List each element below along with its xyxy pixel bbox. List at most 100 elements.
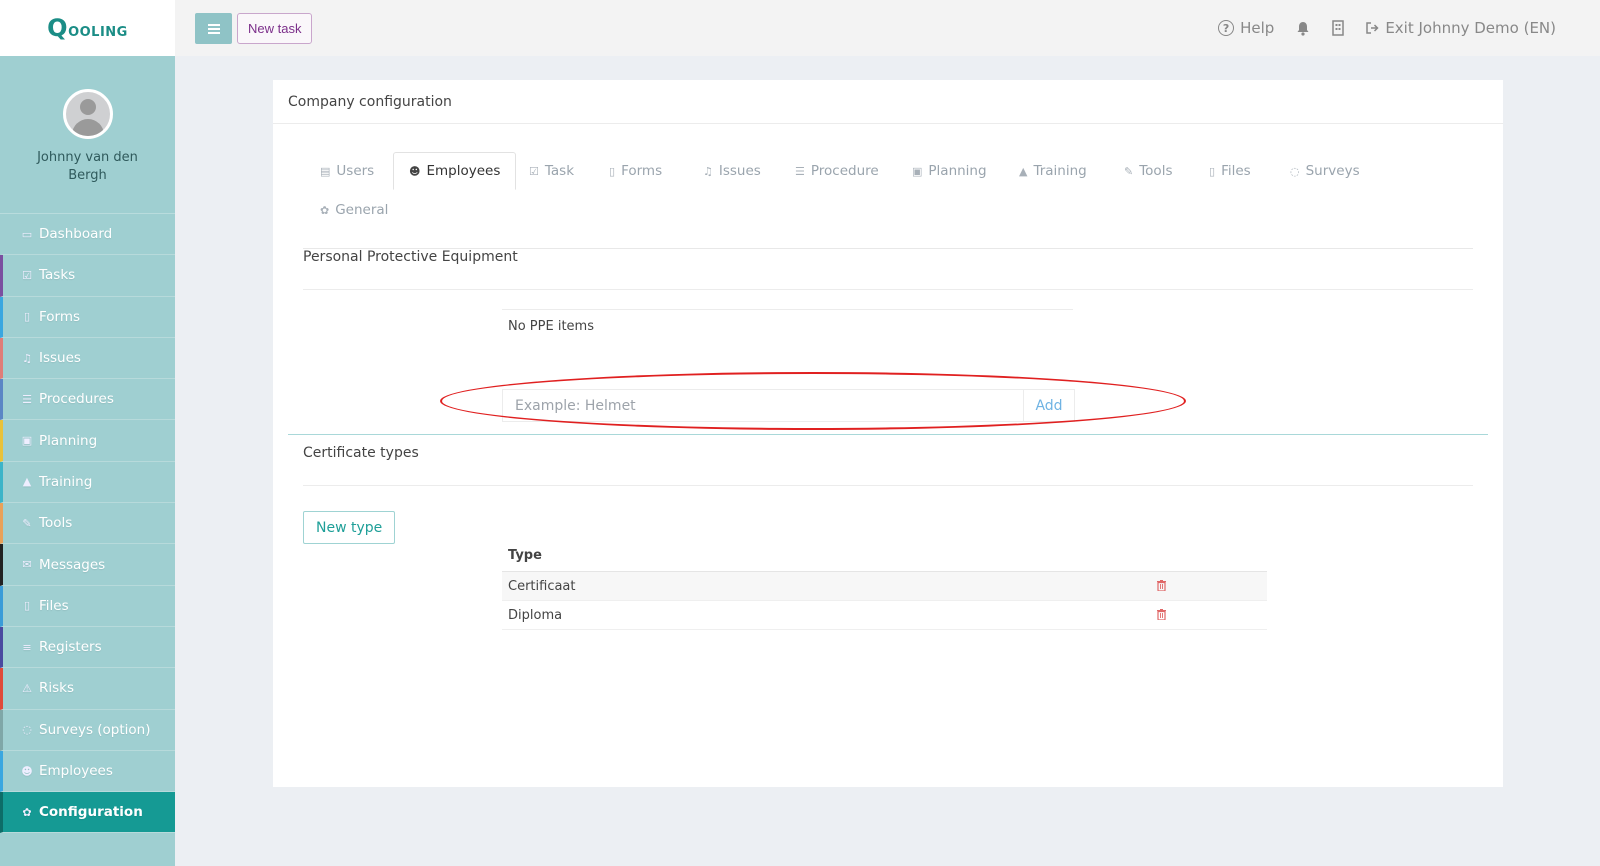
certificate-type-name: Certificaat: [508, 578, 576, 594]
avatar[interactable]: [62, 89, 113, 139]
sidebar-item-tasks[interactable]: ☑ Tasks: [0, 255, 175, 297]
top-right-actions: ? Help Exit Johnny Demo (EN): [1218, 0, 1556, 56]
ppe-empty-message: No PPE items: [508, 319, 594, 334]
help-label: Help: [1240, 19, 1275, 37]
tab-label: Issues: [718, 163, 761, 179]
new-task-button[interactable]: New task: [237, 13, 313, 44]
calendar-icon: ▣: [21, 434, 33, 448]
warning-icon: ⚠: [22, 681, 32, 695]
new-type-button[interactable]: New type: [303, 511, 396, 544]
bell-icon: ♫: [22, 351, 32, 365]
sidebar-item-issues[interactable]: ♫ Issues: [0, 337, 175, 380]
sidebar-item-dashboard[interactable]: ▭ Dashboard: [0, 214, 175, 256]
sidebar-item-forms[interactable]: ▯ Forms: [0, 296, 175, 338]
tab-label: Tools: [1139, 163, 1173, 179]
question-circle-icon: ?: [1218, 20, 1235, 36]
building-icon: [1332, 20, 1345, 36]
tab-users[interactable]: ▤ Users: [305, 152, 389, 190]
check-square-icon: ☑: [529, 164, 539, 178]
id-card-icon: ▤: [320, 164, 331, 178]
logo[interactable]: Qooling: [0, 0, 175, 56]
users-icon: ☻: [21, 764, 33, 778]
sidebar-item-procedures[interactable]: ☰ Procedures: [0, 379, 175, 421]
sidebar-item-label: Registers: [39, 639, 102, 656]
sidebar-item-files[interactable]: ▯ Files: [0, 585, 175, 627]
tab-forms[interactable]: ▯ Forms: [594, 152, 677, 190]
sidebar-item-label: Training: [39, 473, 93, 490]
table-row: Certificaat: [502, 572, 1267, 601]
sidebar: Johnny van den Bergh ▭ Dashboard ☑ Tasks ▯…: [0, 56, 175, 866]
sidebar-item-tools[interactable]: ✎ Tools: [0, 503, 175, 545]
sidebar-item-messages[interactable]: ✉ Messages: [0, 544, 175, 586]
notifications-button[interactable]: [1296, 21, 1310, 36]
panel-title: Company configuration: [273, 80, 1503, 124]
tab-label: Task: [544, 163, 575, 179]
ppe-item-input[interactable]: [502, 389, 1023, 422]
sidebar-item-training[interactable]: ▲ Training: [0, 461, 175, 504]
gear-icon: ✿: [22, 805, 32, 819]
help-link[interactable]: ? Help: [1218, 19, 1274, 37]
sidebar-item-planning[interactable]: ▣ Planning: [0, 420, 175, 462]
hamburger-icon: [207, 27, 220, 30]
bell-icon: ♫: [703, 164, 713, 178]
sidebar-item-surveys[interactable]: ◌ Surveys (option): [0, 709, 175, 751]
user-profile: Johnny van den Bergh: [0, 56, 175, 214]
tab-tools[interactable]: ✎ Tools: [1109, 152, 1187, 190]
sidebar-nav: ▭ Dashboard ☑ Tasks ▯ Forms ♫ Issues ☰ Proced…: [0, 214, 175, 834]
sidebar-item-label: Dashboard: [39, 226, 113, 243]
menu-toggle-button[interactable]: [195, 13, 232, 44]
comment-icon: ◌: [22, 723, 32, 737]
sidebar-item-label: Files: [39, 597, 69, 614]
table-header-type: Type: [502, 540, 1267, 572]
file-icon: ▯: [1209, 164, 1216, 178]
calendar-icon: ▣: [912, 164, 923, 178]
sidebar-item-label: Risks: [39, 680, 75, 697]
users-icon: ☻: [409, 164, 421, 178]
tab-training[interactable]: ▲ Training: [1004, 152, 1102, 190]
comment-icon: ◌: [1290, 164, 1300, 178]
sidebar-item-label: Tasks: [39, 267, 76, 284]
tab-general[interactable]: ✿ General: [305, 191, 403, 229]
sidebar-item-configuration[interactable]: ✿ Configuration: [0, 792, 175, 834]
add-ppe-button[interactable]: Add: [1023, 389, 1075, 422]
tab-label: Surveys: [1305, 163, 1360, 179]
trash-icon[interactable]: [1157, 580, 1166, 591]
sidebar-item-registers[interactable]: ≡ Registers: [0, 626, 175, 669]
exit-demo-label: Exit Johnny Demo (EN): [1385, 19, 1556, 37]
list-icon: ☰: [22, 392, 32, 406]
file-icon: ▯: [23, 310, 31, 324]
monitor-icon: ▭: [21, 227, 33, 241]
user-name: Johnny van den Bergh: [37, 150, 138, 183]
sidebar-item-employees[interactable]: ☻ Employees: [0, 750, 175, 793]
gear-icon: ✿: [320, 203, 330, 217]
top-bar: Qooling New task ? Help Exit Johnny Demo…: [0, 0, 1600, 56]
wrench-icon: ✎: [22, 516, 32, 530]
tab-files[interactable]: ▯ Files: [1194, 152, 1266, 190]
bars-icon: ≡: [22, 640, 32, 654]
tab-procedure[interactable]: ☰ Procedure: [780, 152, 894, 190]
tab-issues[interactable]: ♫ Issues: [688, 152, 776, 190]
building-button[interactable]: [1332, 20, 1345, 36]
tab-surveys[interactable]: ◌ Surveys: [1275, 152, 1375, 190]
tab-planning[interactable]: ▣ Planning: [897, 152, 1002, 190]
sidebar-item-risks[interactable]: ⚠ Risks: [0, 668, 175, 710]
certificate-section-title: Certificate types: [303, 445, 419, 461]
tab-task[interactable]: ☑ Task: [514, 152, 589, 190]
tab-employees[interactable]: ☻ Employees: [393, 152, 517, 190]
tab-label: Forms: [621, 163, 663, 179]
envelope-icon: ✉: [22, 558, 32, 572]
certificate-types-table: Type Certificaat Diploma: [502, 540, 1267, 630]
sidebar-item-label: Employees: [39, 763, 113, 779]
file-icon: ▯: [609, 164, 616, 178]
divider: [303, 485, 1473, 486]
check-square-icon: ☑: [22, 268, 32, 282]
tab-label: Employees: [426, 163, 501, 179]
tab-label: Files: [1221, 163, 1251, 179]
divider: [303, 289, 1473, 290]
exit-demo-link[interactable]: Exit Johnny Demo (EN): [1366, 19, 1556, 37]
trash-icon[interactable]: [1157, 609, 1166, 620]
sidebar-item-label: Issues: [39, 350, 81, 367]
sidebar-item-label: Configuration: [39, 804, 143, 821]
company-configuration-panel: Company configuration ▤ Users ☻ Employees …: [273, 80, 1503, 787]
certificate-type-name: Diploma: [508, 607, 563, 623]
